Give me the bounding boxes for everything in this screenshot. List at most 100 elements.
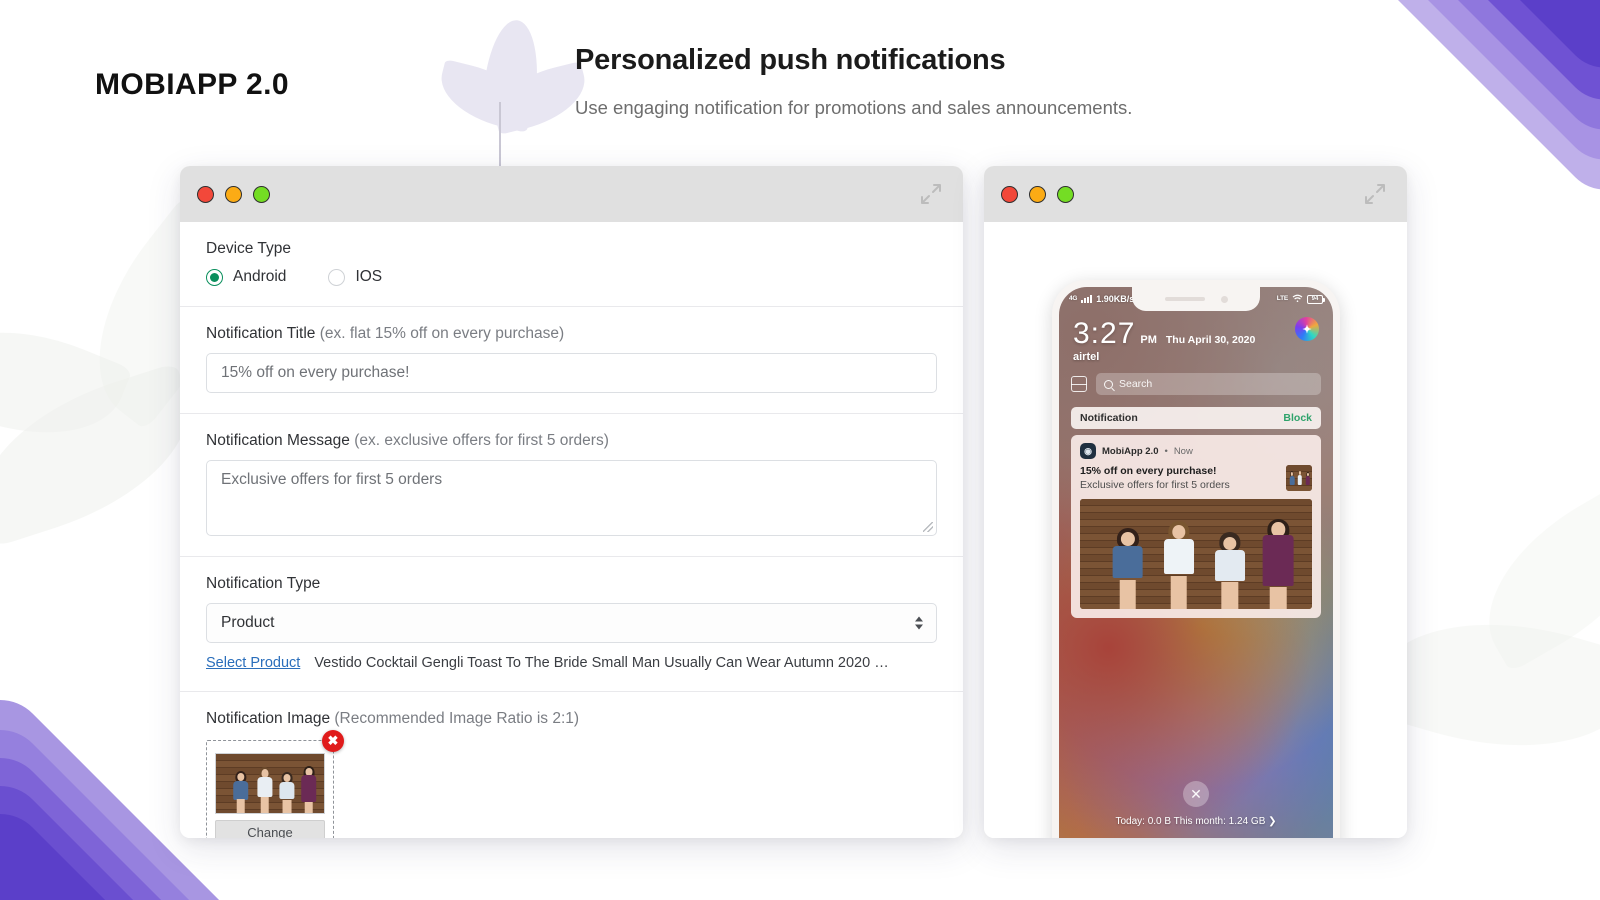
preview-window-body: 4G 1.90KB/s LTE 94 3:27 PM Thu April 30,… [984, 222, 1407, 838]
dismiss-notifications-icon[interactable]: ✕ [1183, 781, 1209, 807]
preview-window-minimize-button[interactable] [1029, 185, 1046, 203]
radio-android[interactable]: Android [206, 268, 286, 286]
notification-card-header: ◉ MobiApp 2.0 • Now [1080, 443, 1312, 459]
notification-time: Now [1173, 445, 1193, 457]
photo-women-wooden-wall [216, 754, 324, 813]
form-window-body: Device Type Android IOS Notification Tit… [180, 222, 963, 838]
notification-title-input[interactable]: 15% off on every purchase! [206, 353, 937, 393]
window-close-button[interactable] [197, 185, 214, 203]
notification-card-body: 15% off on every purchase! Exclusive off… [1080, 465, 1312, 491]
preview-window-maximize-button[interactable] [1057, 185, 1074, 203]
push-notification-form: Device Type Android IOS Notification Tit… [180, 222, 963, 838]
data-usage-label[interactable]: Today: 0.0 B This month: 1.24 GB ❯ [1059, 816, 1333, 827]
device-type-label: Device Type [206, 240, 292, 257]
notification-title-label-text: Notification Title [206, 325, 316, 342]
notification-image-label-text: Notification Image [206, 710, 331, 727]
expand-arrows-icon[interactable] [919, 182, 943, 206]
network-type-label: 4G [1069, 294, 1078, 302]
notification-message-label: Notification Message (ex. exclusive offe… [206, 432, 937, 450]
form-window: Device Type Android IOS Notification Tit… [180, 166, 963, 838]
image-thumbnail [215, 753, 325, 814]
notification-message-text: Exclusive offers for first 5 orders [1080, 479, 1230, 491]
notification-message-value: Exclusive offers for first 5 orders [221, 471, 443, 488]
status-bar-left: 4G 1.90KB/s [1069, 294, 1134, 304]
carrier-label: airtel [1073, 351, 1100, 363]
photo-women-wooden-wall-small [1286, 465, 1312, 491]
front-camera-icon [1220, 295, 1228, 303]
notification-message-textarea[interactable]: Exclusive offers for first 5 orders [206, 460, 937, 536]
preview-window-close-button[interactable] [1001, 185, 1018, 203]
window-titlebar [180, 166, 963, 222]
notification-block-button[interactable]: Block [1283, 412, 1312, 424]
lte-label: LTE [1276, 294, 1288, 302]
radio-android-indicator [206, 268, 223, 286]
search-placeholder: Search [1119, 378, 1153, 390]
window-maximize-button[interactable] [253, 185, 270, 203]
network-speed-label: 1.90KB/s [1096, 294, 1135, 304]
textarea-resize-handle[interactable] [923, 522, 933, 532]
notification-type-value: Product [221, 614, 275, 631]
notification-title-hint: (ex. flat 15% off on every purchase) [319, 325, 565, 342]
remove-image-icon[interactable]: ✖ [322, 730, 344, 752]
signal-bars-icon [1081, 295, 1093, 303]
radio-android-label: Android [233, 268, 287, 285]
lockscreen-clock: 3:27 PM Thu April 30, 2020 [1073, 317, 1255, 351]
clock-time: 3:27 [1073, 317, 1136, 350]
assistant-avatar-icon[interactable]: ✦ [1295, 317, 1319, 341]
page-title: Personalized push notifications [575, 44, 1006, 76]
preview-expand-arrows-icon[interactable] [1363, 182, 1387, 206]
notification-image-hint: (Recommended Image Ratio is 2:1) [334, 710, 580, 727]
notification-message-hint: (ex. exclusive offers for first 5 orders… [354, 432, 609, 449]
page-subtitle: Use engaging notification for promotions… [575, 97, 1133, 118]
clock-ampm: PM [1140, 334, 1157, 346]
notification-image-label: Notification Image (Recommended Image Ra… [206, 710, 937, 728]
wifi-icon [1292, 294, 1303, 305]
change-image-button[interactable]: Change [215, 820, 325, 838]
search-icon [1104, 379, 1113, 389]
radio-ios-indicator [328, 268, 346, 286]
brand-title: MOBIAPP 2.0 [95, 68, 289, 101]
notification-type-section: Notification Type Product Select Product… [180, 557, 963, 692]
notification-image-section: Notification Image (Recommended Image Ra… [180, 692, 963, 838]
notification-panel-header: Notification Block [1071, 407, 1321, 429]
photo-women-wooden-wall-large [1080, 499, 1312, 609]
window-minimize-button[interactable] [225, 185, 242, 203]
notification-separator: • [1164, 445, 1168, 457]
image-dropzone[interactable]: Change [206, 740, 334, 838]
device-type-radio-group: Android IOS [206, 268, 937, 286]
notification-type-label: Notification Type [206, 575, 321, 592]
notification-title-text: 15% off on every purchase! [1080, 465, 1217, 477]
clock-date: Thu April 30, 2020 [1165, 334, 1256, 346]
select-product-link[interactable]: Select Product [206, 655, 300, 671]
notification-small-thumbnail [1286, 465, 1312, 491]
battery-level-label: 94 [1311, 296, 1319, 302]
phone-mockup: 4G 1.90KB/s LTE 94 3:27 PM Thu April 30,… [1052, 280, 1340, 838]
card-stack-icon[interactable] [1070, 376, 1088, 392]
select-product-row: Select Product Vestido Cocktail Gengli T… [206, 655, 937, 671]
lockscreen-clock-row: 3:27 PM Thu April 30, 2020 ✦ [1073, 317, 1319, 351]
notification-big-picture [1080, 499, 1312, 609]
radio-ios-label: IOS [355, 268, 383, 285]
device-type-section: Device Type Android IOS [180, 222, 963, 307]
phone-notch [1132, 287, 1260, 311]
phone-screen: 4G 1.90KB/s LTE 94 3:27 PM Thu April 30,… [1059, 287, 1333, 838]
preview-window: 4G 1.90KB/s LTE 94 3:27 PM Thu April 30,… [984, 166, 1407, 838]
notification-type-select[interactable]: Product [206, 603, 937, 643]
notification-text-block: 15% off on every purchase! Exclusive off… [1080, 465, 1230, 491]
app-icon: ◉ [1080, 443, 1096, 459]
battery-icon: 94 [1307, 294, 1325, 304]
phone-search-row: Search [1070, 373, 1321, 395]
selected-product-name: Vestido Cocktail Gengli Toast To The Bri… [314, 655, 889, 671]
notification-panel-label: Notification [1080, 412, 1138, 424]
notification-message-label-text: Notification Message [206, 432, 350, 449]
notification-title-section: Notification Title (ex. flat 15% off on … [180, 307, 963, 414]
page-root: MOBIAPP 2.0 Personalized push notificati… [0, 0, 1600, 900]
preview-window-titlebar [984, 166, 1407, 222]
notification-message-section: Notification Message (ex. exclusive offe… [180, 414, 963, 557]
notification-title-label: Notification Title (ex. flat 15% off on … [206, 325, 937, 343]
radio-ios[interactable]: IOS [328, 268, 382, 286]
phone-nav-bar: ☰ ⌂ ↰ [1059, 835, 1333, 838]
status-bar-right: LTE 94 [1276, 294, 1325, 305]
notification-card[interactable]: ◉ MobiApp 2.0 • Now 15% off on every pur… [1071, 435, 1321, 618]
phone-search-input[interactable]: Search [1096, 373, 1321, 395]
